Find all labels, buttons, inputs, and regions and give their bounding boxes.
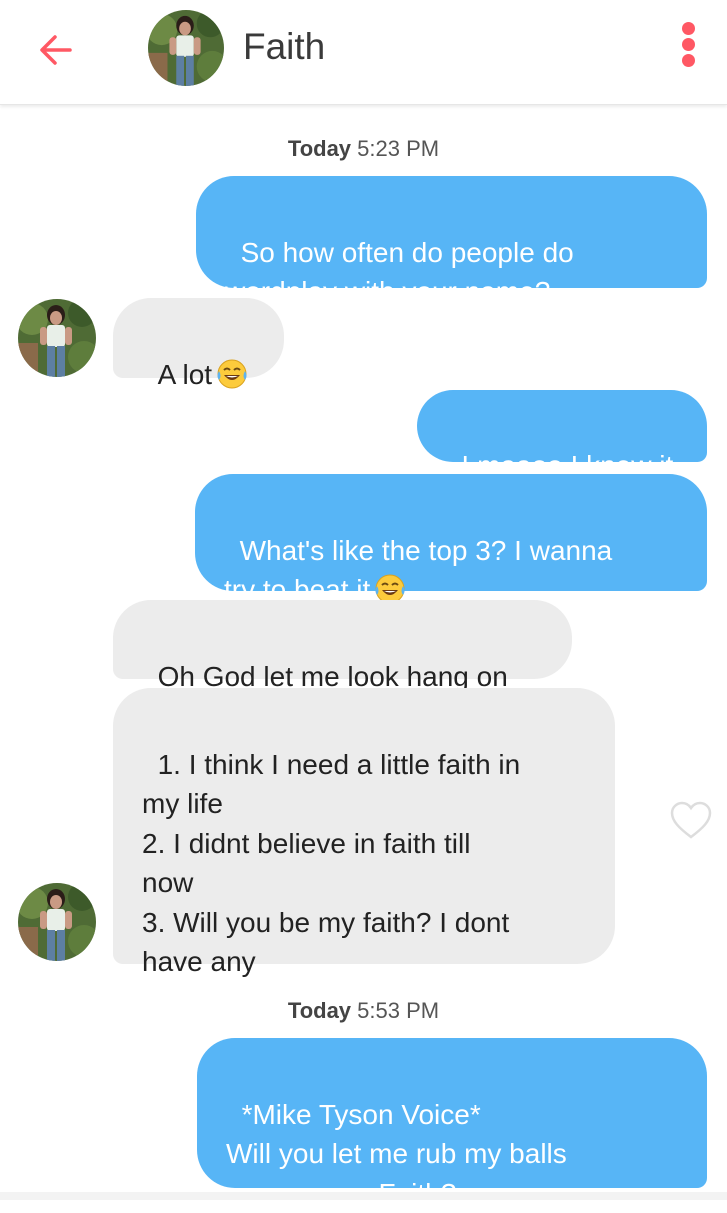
message-bubble-received[interactable]: Oh God let me look hang on (113, 600, 572, 692)
message-text: So how often do people do wordplay with … (225, 236, 574, 308)
tears-of-joy-emoji-icon (216, 358, 248, 390)
back-button[interactable] (36, 30, 76, 70)
message-bubble-received[interactable]: 1. I think I need a little faith in my l… (113, 688, 615, 977)
timestamp: Today 5:53 PM (0, 998, 727, 1024)
timestamp-time: 5:53 PM (357, 998, 440, 1023)
message-bubble-sent[interactable]: Lmaaoo I knew it (417, 390, 707, 481)
contact-name[interactable]: Faith (243, 26, 325, 68)
message-bubble-sent[interactable]: So how often do people do wordplay with … (196, 176, 707, 307)
message-text: Oh God let me look hang on (157, 660, 508, 692)
arrow-left-icon (40, 35, 72, 65)
chat-header: Faith (0, 0, 727, 105)
timestamp-day: Today (287, 136, 352, 161)
contact-avatar[interactable] (18, 883, 96, 961)
message-bubble-received[interactable]: A lot (113, 298, 284, 390)
like-heart-icon[interactable] (669, 800, 713, 840)
contact-avatar[interactable] (148, 10, 224, 86)
message-text: A lot (157, 358, 213, 390)
bottom-divider (0, 1192, 727, 1200)
timestamp: Today 5:23 PM (0, 136, 727, 162)
contact-avatar[interactable] (18, 299, 96, 377)
message-bubble-sent[interactable]: *Mike Tyson Voice* Will you let me rub m… (197, 1038, 707, 1209)
timestamp-time: 5:23 PM (357, 136, 440, 161)
message-bubble-sent[interactable]: What's like the top 3? I wanna try to be… (195, 474, 707, 605)
message-text: 1. I think I need a little faith in my l… (142, 748, 521, 978)
timestamp-day: Today (287, 998, 352, 1023)
kebab-menu-icon[interactable] (676, 22, 700, 74)
message-text: What's like the top 3? I wanna try to be… (224, 534, 613, 606)
